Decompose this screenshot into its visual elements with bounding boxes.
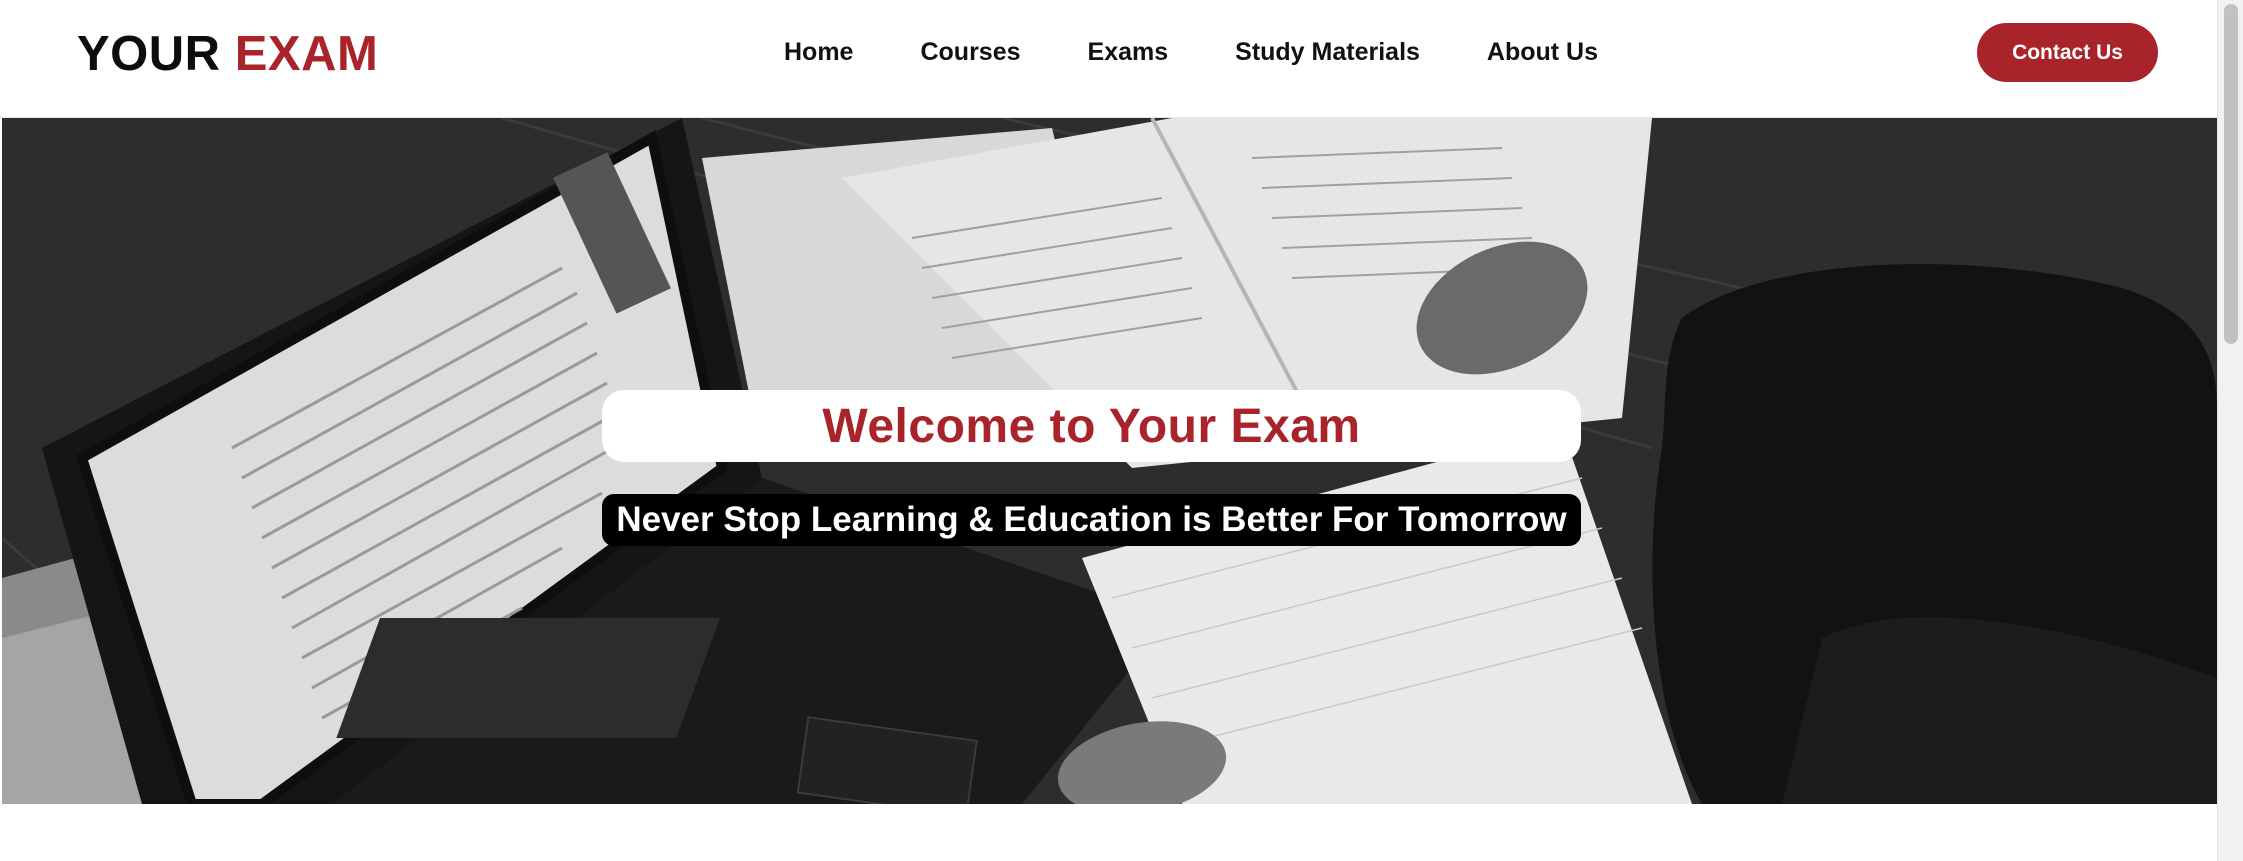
hero-title: Welcome to Your Exam: [822, 399, 1361, 453]
hero-title-box: Welcome to Your Exam: [602, 390, 1581, 462]
logo-word-exam: EXAM: [234, 27, 379, 81]
nav-about-us[interactable]: About Us: [1487, 36, 1598, 68]
nav-home[interactable]: Home: [784, 36, 853, 68]
site-logo[interactable]: YOUR EXAM: [77, 24, 378, 84]
hero-banner: Welcome to Your Exam Never Stop Learning…: [2, 118, 2217, 804]
logo-word-your: YOUR: [77, 27, 221, 81]
main-nav: Home Courses Exams Study Materials About…: [784, 36, 1598, 68]
hero-subtitle-box: Never Stop Learning & Education is Bette…: [602, 494, 1581, 546]
page-scrollbar[interactable]: [2217, 0, 2243, 861]
scrollbar-thumb[interactable]: [2224, 4, 2238, 344]
site-header: YOUR EXAM Home Courses Exams Study Mater…: [0, 0, 2217, 118]
nav-courses[interactable]: Courses: [920, 36, 1020, 68]
nav-exams[interactable]: Exams: [1088, 36, 1169, 68]
contact-us-button[interactable]: Contact Us: [1977, 23, 2158, 82]
hero-subtitle: Never Stop Learning & Education is Bette…: [616, 500, 1567, 539]
nav-study-materials[interactable]: Study Materials: [1235, 36, 1420, 68]
